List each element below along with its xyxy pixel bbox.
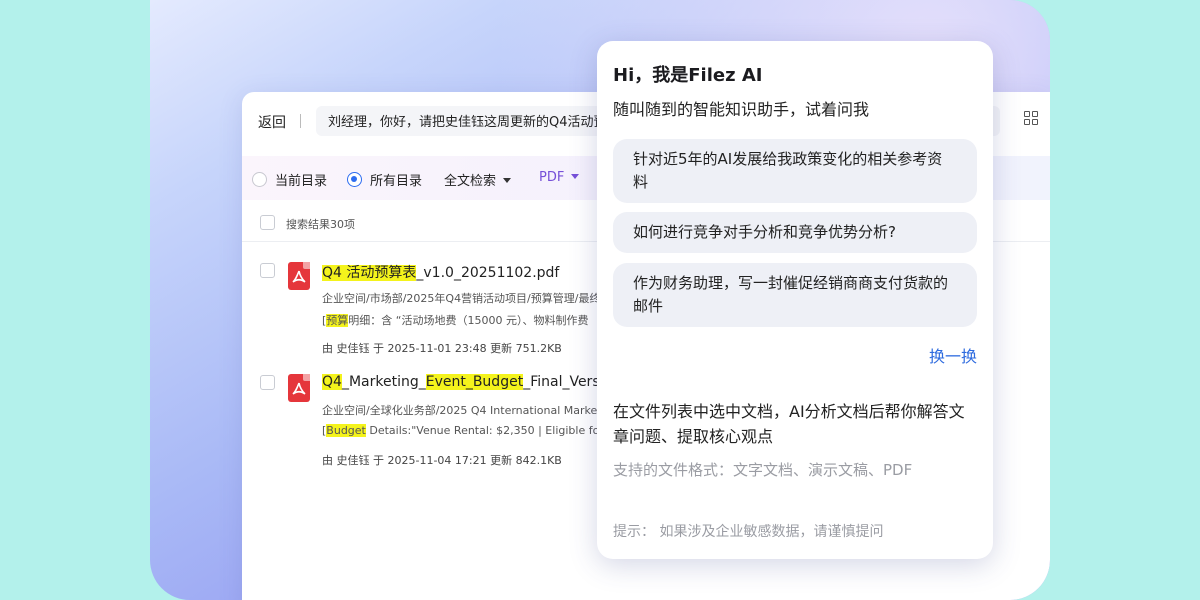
refresh-suggestions-button[interactable]: 换一换 [929, 343, 977, 367]
file-name-highlight: Event_Budget [425, 374, 524, 390]
file-name-highlight: Q4 [322, 374, 342, 390]
grid-view-icon[interactable] [1024, 111, 1038, 125]
file-name[interactable]: Q4 活动预算表_v1.0_20251102.pdf [322, 262, 559, 282]
file-snippet: [预算明细：含 “活动场地费（15000 元）、物料制作费 [322, 312, 588, 328]
snippet-highlight: Budget [326, 424, 366, 437]
toolbar-divider [300, 114, 301, 128]
snippet-text: 明细：含 “活动场地费（15000 元）、物料制作费 [348, 314, 589, 327]
snippet-highlight: 预算 [326, 314, 349, 327]
snippet-text: Details:"Venue Rental: $2,350 | Eligible… [365, 424, 625, 437]
back-button[interactable]: 返回 [258, 112, 286, 132]
pdf-file-icon [288, 374, 310, 402]
radio-current-dir[interactable]: 当前目录 [252, 170, 327, 189]
file-meta: 由 史佳钰 于 2025-11-01 23:48 更新 751.2KB [322, 342, 562, 355]
file-type-dropdown[interactable]: PDF [539, 170, 580, 185]
radio-checked-icon [347, 172, 362, 187]
file-meta: 由 史佳钰 于 2025-11-04 17:21 更新 842.1KB [322, 454, 562, 467]
ai-panel-description: 在文件列表中选中文档，AI分析文档后帮你解答文章问题、提取核心观点 [613, 402, 965, 446]
privacy-tip: 提示： 如果涉及企业敏感数据，请谨慎提问 [613, 524, 884, 540]
file-path: 企业空间/全球化业务部/2025 Q4 International Market… [322, 404, 612, 417]
select-all-checkbox[interactable] [260, 215, 275, 230]
file-name[interactable]: Q4_Marketing_Event_Budget_Final_Version_… [322, 374, 637, 390]
file-snippet: [Budget Details:"Venue Rental: $2,350 | … [322, 424, 624, 437]
ai-assistant-panel: Hi，我是Filez AI 随叫随到的智能知识助手，试着问我 针对近5年的AI发… [597, 41, 993, 559]
radio-all-dirs[interactable]: 所有目录 [347, 170, 422, 189]
file-path: 企业空间/市场部/2025年Q4营销活动项目/预算管理/最终 [322, 292, 601, 305]
suggestion-chip[interactable]: 针对近5年的AI发展给我政策变化的相关参考资料 [613, 139, 977, 203]
chevron-down-icon [571, 174, 580, 179]
file-type-label: PDF [539, 170, 565, 185]
ai-panel-subtitle: 随叫随到的智能知识助手，试着问我 [613, 100, 870, 119]
row-checkbox[interactable] [260, 375, 275, 390]
supported-formats: 支持的文件格式：文字文档、演示文稿、PDF [613, 461, 913, 479]
fulltext-search-dropdown[interactable]: 全文检索 [444, 170, 512, 189]
suggestion-chip[interactable]: 如何进行竞争对手分析和竞争优势分析? [613, 212, 977, 253]
file-name-highlight: Q4 活动预算表 [322, 265, 417, 281]
results-count: 搜索结果30项 [286, 218, 355, 231]
file-name-rest: _v1.0_20251102.pdf [416, 265, 560, 281]
pdf-file-icon [288, 262, 310, 290]
row-checkbox[interactable] [260, 263, 275, 278]
suggestion-chip[interactable]: 作为财务助理，写一封催促经销商商支付货款的邮件 [613, 263, 977, 327]
fulltext-search-label: 全文检索 [444, 174, 497, 189]
ai-panel-title: Hi，我是Filez AI [613, 65, 763, 86]
file-name-rest: _Marketing_ [341, 374, 426, 390]
chevron-down-icon [503, 178, 512, 183]
radio-all-dirs-label: 所有目录 [370, 174, 423, 189]
radio-unchecked-icon [252, 172, 267, 187]
radio-current-dir-label: 当前目录 [275, 174, 328, 189]
